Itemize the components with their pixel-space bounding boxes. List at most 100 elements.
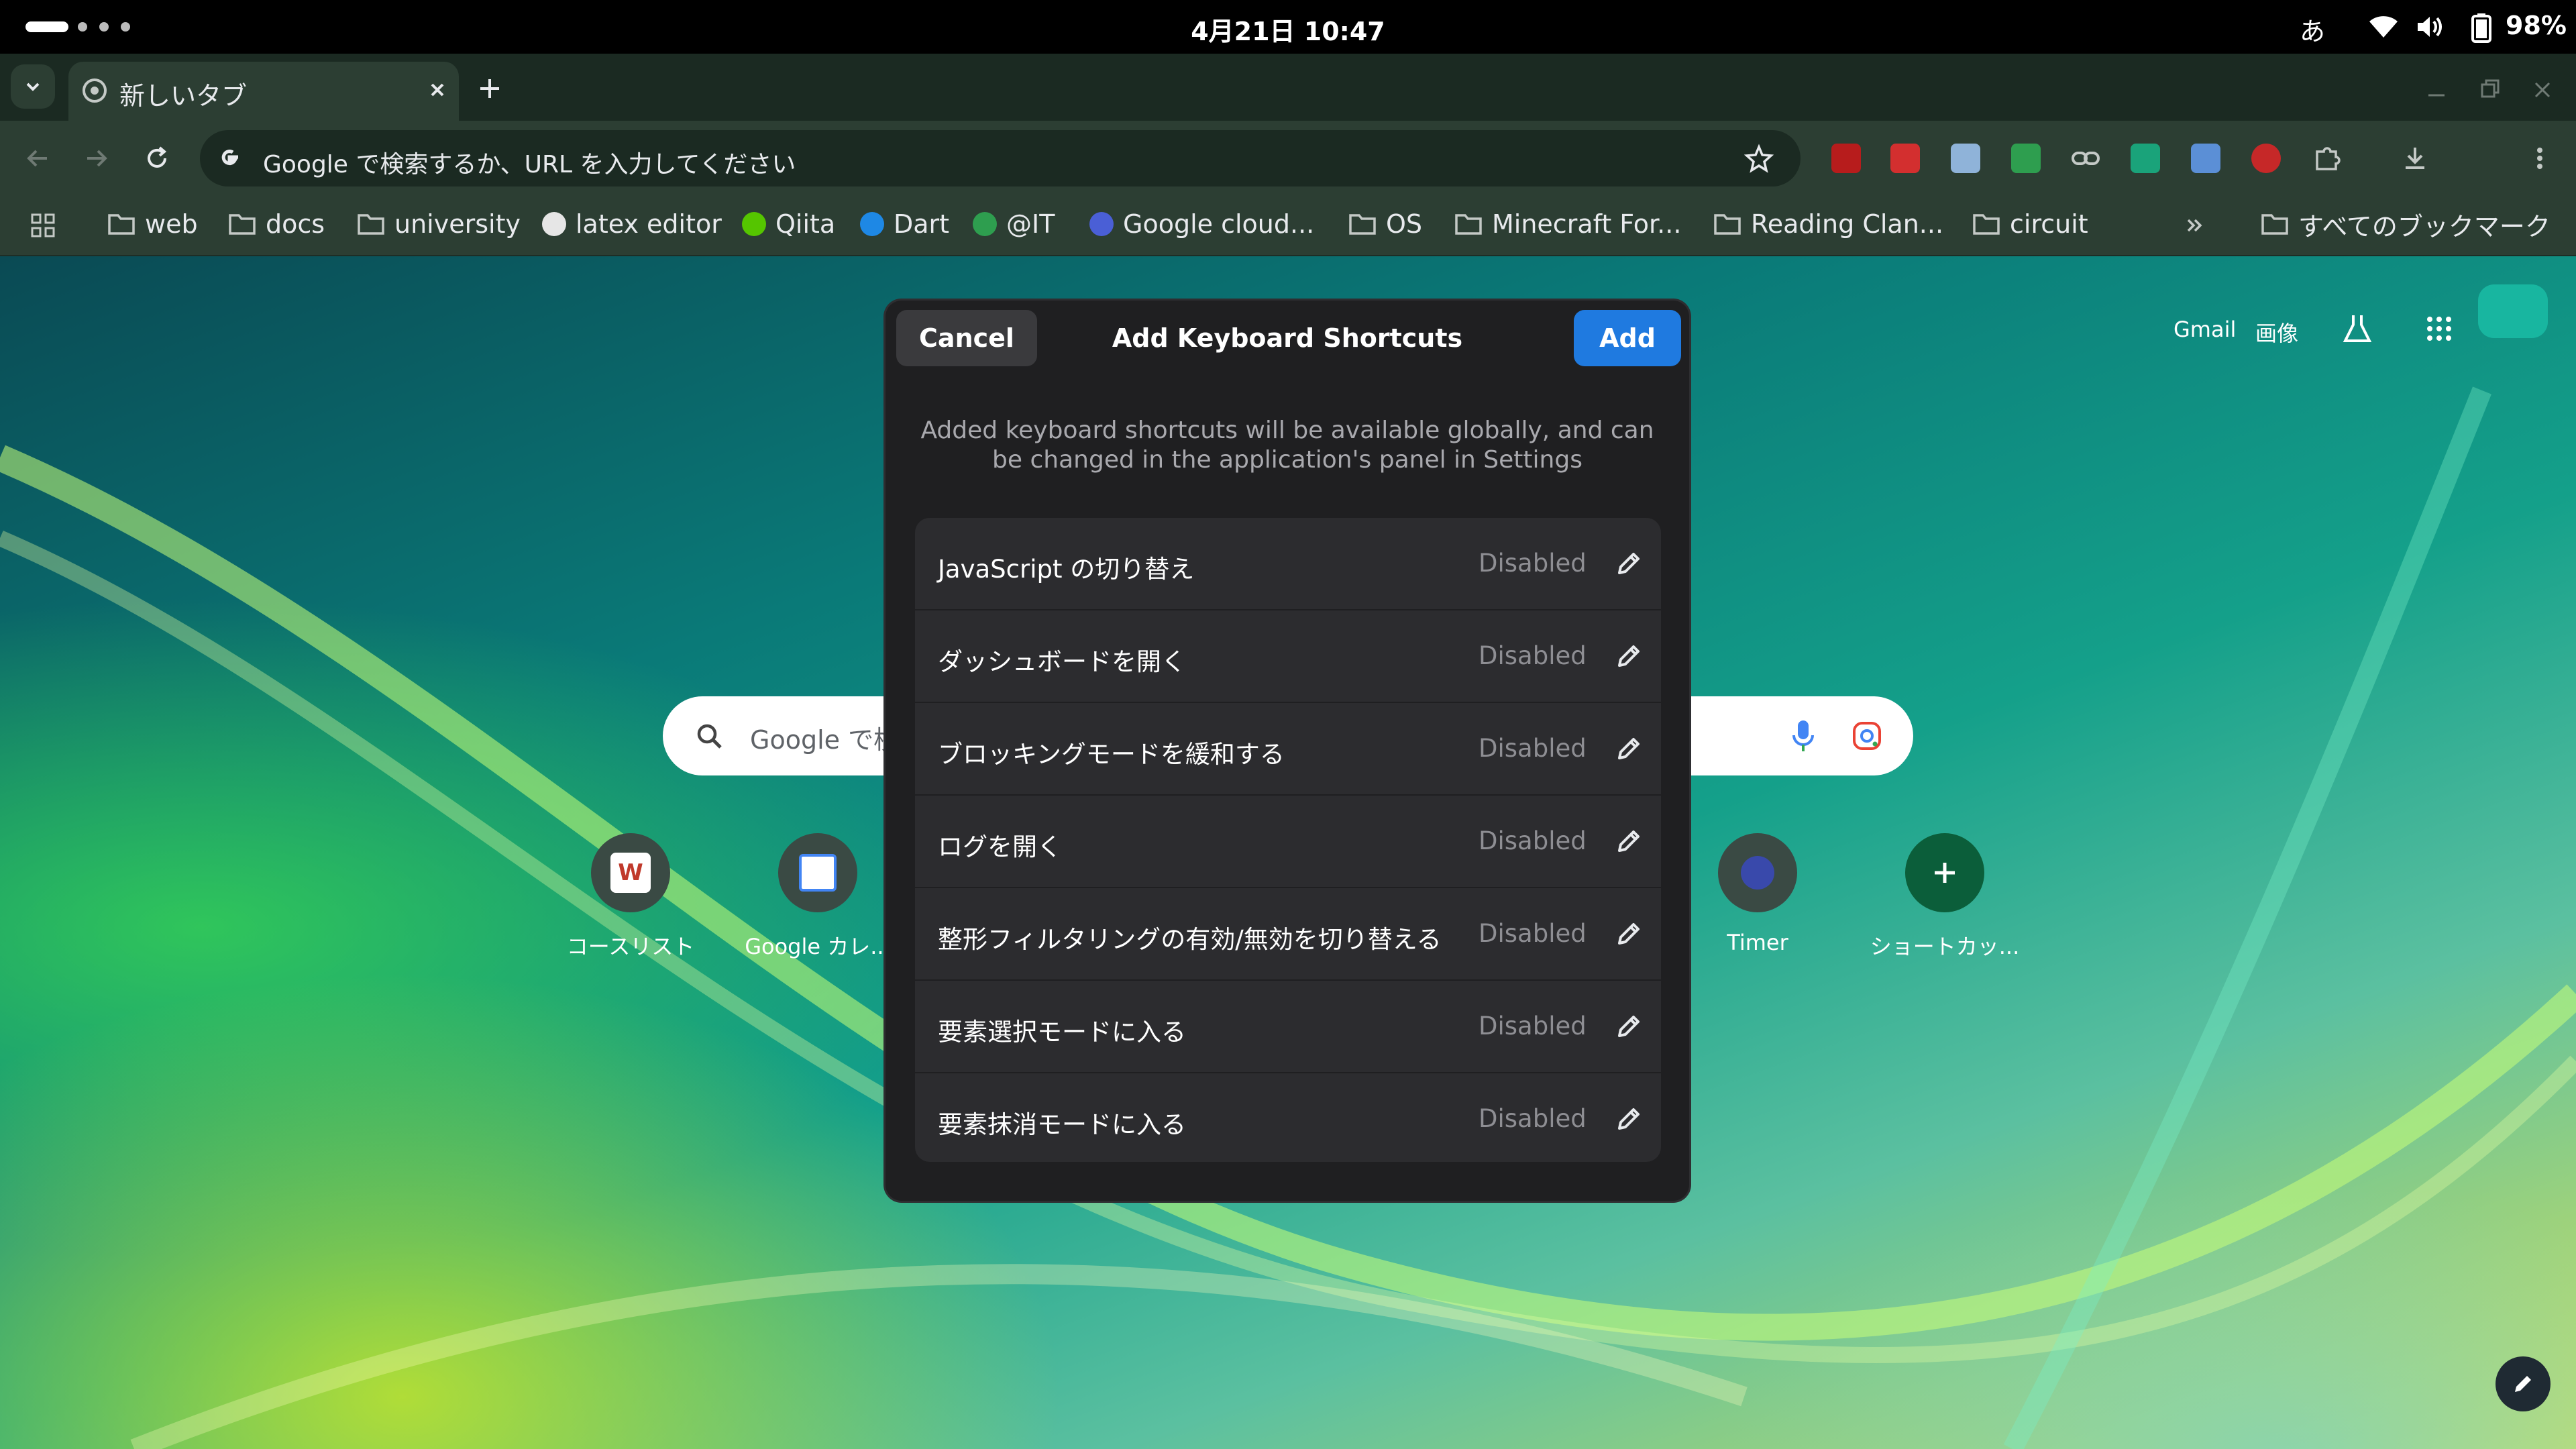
pencil-icon[interactable]	[1613, 640, 1645, 672]
pencil-icon[interactable]	[1613, 1010, 1645, 1042]
bookmark-label: Google cloud...	[1123, 209, 1315, 239]
bookmark-star-icon[interactable]	[1744, 144, 1774, 173]
atmark-icon	[973, 212, 997, 236]
bookmark-item[interactable]: web	[107, 205, 198, 243]
download-icon[interactable]	[2399, 142, 2431, 174]
bookmark-item[interactable]: latex editor	[542, 205, 722, 243]
shortcut-label: ショートカッ...	[1870, 934, 2020, 959]
bookmark-item[interactable]: Qiita	[742, 205, 835, 243]
ublock-origin-icon[interactable]	[1831, 144, 1861, 173]
shortcut-name: ダッシュボードを開く	[938, 647, 1186, 676]
shortcut-state: Disabled	[1479, 1104, 1587, 1133]
puzzle-icon[interactable]	[2312, 142, 2344, 174]
account-avatar[interactable]	[2478, 284, 2548, 338]
shortcut-icon-circle	[778, 833, 857, 912]
search-icon	[697, 724, 722, 749]
back-arrow-icon[interactable]	[17, 138, 58, 178]
clock[interactable]: 4月21日 10:47	[0, 11, 2576, 48]
shortcut-name: JavaScript の切り替え	[938, 555, 1195, 584]
pencil-icon[interactable]	[1613, 733, 1645, 765]
dart-icon	[860, 212, 884, 236]
wifi-icon[interactable]	[2368, 13, 2399, 40]
tab-search-button[interactable]	[11, 64, 55, 109]
shortcut-row[interactable]: JavaScript の切り替え Disabled	[915, 518, 1661, 609]
pencil-icon[interactable]	[1613, 1103, 1645, 1135]
chevron-double-right-icon[interactable]	[2180, 211, 2210, 240]
bookmark-item[interactable]: Dart	[860, 205, 949, 243]
reload-icon[interactable]	[137, 138, 177, 178]
close-icon[interactable]	[417, 70, 458, 110]
bookmark-label: latex editor	[576, 209, 722, 239]
extension-icon[interactable]	[1951, 144, 1980, 173]
more-vert-icon[interactable]	[2526, 142, 2553, 174]
shortcut-label: Timer	[1727, 930, 1788, 955]
block-icon[interactable]	[2251, 144, 2281, 173]
bookmark-item[interactable]: @IT	[973, 205, 1055, 243]
restore-icon[interactable]	[2471, 71, 2509, 109]
shortcut-tile[interactable]: Google カレ...	[741, 833, 895, 961]
folder-icon	[1973, 214, 2000, 235]
pencil-icon[interactable]	[1613, 918, 1645, 950]
google-g-icon	[221, 150, 238, 166]
bookmark-item[interactable]: docs	[228, 205, 325, 243]
new-tab-plus-icon[interactable]	[470, 68, 510, 109]
bookmark-item[interactable]: OS	[1348, 205, 1422, 243]
shortcut-tile[interactable]: Timer	[1680, 833, 1835, 955]
pencil-icon[interactable]	[1613, 825, 1645, 857]
shortcut-row[interactable]: ログを開く Disabled	[915, 794, 1661, 887]
input-method-indicator[interactable]: あ	[2300, 11, 2325, 48]
folder-icon	[108, 214, 135, 235]
address-bar[interactable]: Google で検索するか、URL を入力してください	[200, 130, 1801, 186]
bookmark-item[interactable]: circuit	[1972, 205, 2088, 243]
tab-new-tab[interactable]: 新しいタブ	[68, 62, 459, 121]
customize-button[interactable]	[2496, 1356, 2551, 1411]
chatgpt-extension-icon[interactable]	[2131, 144, 2160, 173]
add-button[interactable]: Add	[1574, 310, 1681, 366]
shortcut-row[interactable]: 要素抹消モードに入る Disabled	[915, 1072, 1661, 1162]
tab-title: 新しいタブ	[119, 81, 248, 111]
forward-arrow-icon[interactable]	[76, 138, 117, 178]
shortcut-state: Disabled	[1479, 826, 1587, 855]
dialog-title: Add Keyboard Shortcuts	[1112, 323, 1463, 353]
shortcut-icon-circle	[1905, 833, 1984, 912]
window-close-icon[interactable]	[2524, 71, 2561, 109]
bookmark-item[interactable]: Google cloud...	[1089, 205, 1314, 243]
google-apps-icon[interactable]	[2423, 313, 2455, 345]
microphone-icon[interactable]	[1790, 718, 1817, 754]
shortcut-icon-circle: W	[591, 833, 670, 912]
shortcut-row[interactable]: ダッシュボードを開く Disabled	[915, 609, 1661, 702]
images-link[interactable]: 画像	[2255, 317, 2298, 347]
apps-grid-icon[interactable]	[30, 212, 56, 239]
shortcut-label: Google カレ...	[745, 934, 891, 959]
youtube-extension-icon[interactable]	[1890, 144, 1920, 173]
shortcut-row[interactable]: 要素選択モードに入る Disabled	[915, 979, 1661, 1072]
bookmark-item[interactable]: university	[357, 205, 521, 243]
shield-icon[interactable]	[2011, 144, 2041, 173]
link-icon[interactable]	[2070, 144, 2101, 173]
shortcut-row[interactable]: 整形フィルタリングの有効/無効を切り替える Disabled	[915, 887, 1661, 979]
labs-flask-icon[interactable]	[2340, 311, 2375, 346]
google-lens-icon[interactable]	[1850, 719, 1884, 753]
gmail-link[interactable]: Gmail	[2174, 317, 2236, 342]
bookmarks-bar: web docs university latex editor Qiita Dart @I…	[0, 196, 2576, 256]
image-extension-icon[interactable]	[2191, 144, 2220, 173]
volume-icon[interactable]	[2415, 13, 2446, 40]
shortcut-row[interactable]: ブロッキングモードを緩和する Disabled	[915, 702, 1661, 794]
folder-icon	[229, 214, 256, 235]
bookmark-item[interactable]: Reading Clan...	[1713, 205, 1943, 243]
minimize-icon[interactable]	[2418, 71, 2455, 109]
battery-level: 98%	[2506, 11, 2567, 40]
pencil-icon[interactable]	[1613, 547, 1645, 580]
bookmark-item[interactable]: Minecraft For...	[1454, 205, 1681, 243]
chevron-down-icon	[26, 83, 40, 91]
all-bookmarks-folder[interactable]: すべてのブックマーク	[2261, 205, 2551, 243]
calendar-icon	[799, 854, 837, 892]
shortcut-name: ブロッキングモードを緩和する	[938, 740, 1285, 769]
battery-icon[interactable]	[2470, 12, 2493, 43]
folder-icon	[358, 214, 384, 235]
timer-icon	[1741, 856, 1774, 890]
folder-icon	[1349, 214, 1376, 235]
add-shortcut-tile[interactable]: ショートカッ...	[1868, 833, 2022, 961]
shortcut-tile[interactable]: W コースリスト	[553, 833, 708, 961]
bookmark-label: Qiita	[775, 209, 836, 239]
